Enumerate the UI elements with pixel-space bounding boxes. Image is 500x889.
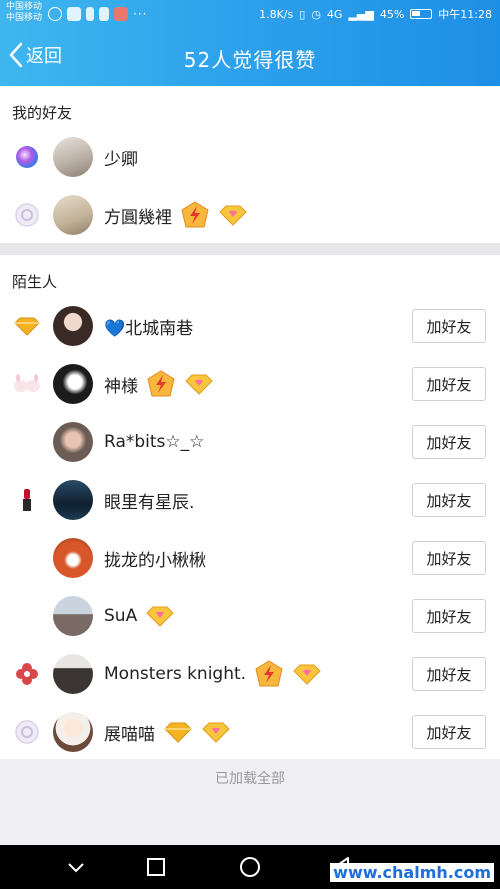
clock: 中午11:28 bbox=[438, 8, 492, 21]
bunny-badge-icon bbox=[12, 371, 42, 397]
more-dots-icon: ··· bbox=[133, 7, 148, 21]
avatar[interactable] bbox=[53, 480, 93, 520]
avatar[interactable] bbox=[53, 137, 93, 177]
name-group: 方圓幾裡 bbox=[104, 186, 248, 244]
add-friend-button[interactable]: 加好友 bbox=[412, 309, 486, 343]
signal-text: 4G bbox=[326, 7, 343, 21]
orb-icon bbox=[14, 144, 40, 170]
lipstick-icon bbox=[14, 487, 40, 513]
status-bar: 中国移动 中国移动 ··· 1.8K/s ▯ ◷ 4G ▂▄▆ 45% 中午11… bbox=[0, 0, 500, 28]
download-icon bbox=[99, 7, 109, 21]
red-knot-icon bbox=[14, 661, 40, 687]
friends-section: 我的好友 少卿 方圓幾裡 bbox=[0, 86, 500, 243]
stranger-name: SuA bbox=[104, 606, 138, 626]
add-friend-button[interactable]: 加好友 bbox=[412, 483, 486, 517]
name-group: SuA bbox=[104, 587, 175, 645]
vibrate-icon: ▯ bbox=[299, 7, 306, 21]
swirl-badge-icon bbox=[14, 719, 40, 745]
svip-lightning-icon bbox=[147, 370, 175, 397]
status-right: 1.8K/s ▯ ◷ 4G ▂▄▆ 45% 中午11:28 bbox=[259, 6, 492, 22]
watermark-text: www.chalmh.com bbox=[330, 863, 494, 882]
avatar[interactable] bbox=[53, 538, 93, 578]
stranger-name: 神様 bbox=[104, 376, 138, 397]
home-circle-icon[interactable] bbox=[238, 855, 262, 879]
app-notify-icon bbox=[114, 7, 128, 21]
strangers-section: 陌生人 💙北城南巷 加好友 神様 加好友 Ra*bits☆_☆ 加好友 眼里有星… bbox=[0, 255, 500, 759]
stranger-row[interactable]: 神様 加好友 bbox=[0, 355, 500, 413]
avatar[interactable] bbox=[53, 195, 93, 235]
name-group: Ra*bits☆_☆ bbox=[104, 413, 204, 471]
name-group: Monsters knight. bbox=[104, 645, 322, 703]
stranger-name: 眼里有星辰. bbox=[104, 492, 195, 513]
add-friend-button[interactable]: 加好友 bbox=[412, 367, 486, 401]
carrier-1: 中国移动 bbox=[6, 2, 43, 12]
signal-icon: ▂▄▆ bbox=[348, 7, 374, 21]
strangers-header: 陌生人 bbox=[12, 273, 58, 291]
diamond-icon bbox=[202, 722, 230, 743]
stranger-row[interactable]: Monsters knight. 加好友 bbox=[0, 645, 500, 703]
stranger-row[interactable]: 拢龙的小楸楸 加好友 bbox=[0, 529, 500, 587]
gold-diamond-badge-icon bbox=[14, 313, 40, 339]
k-app-icon bbox=[48, 7, 62, 21]
add-friend-button[interactable]: 加好友 bbox=[412, 657, 486, 691]
section-divider bbox=[0, 243, 500, 255]
recents-square-icon[interactable] bbox=[144, 855, 168, 879]
friend-row[interactable]: 方圓幾裡 bbox=[0, 186, 500, 244]
friend-name: 方圓幾裡 bbox=[104, 207, 172, 228]
carrier-2: 中国移动 bbox=[6, 13, 43, 23]
sim-icon bbox=[86, 7, 94, 21]
notification-icons: ··· bbox=[48, 7, 147, 21]
name-group: 眼里有星辰. bbox=[104, 471, 194, 529]
stranger-name: 💙北城南巷 bbox=[104, 318, 194, 339]
nav-bar: 返回 52人觉得很赞 bbox=[0, 28, 500, 86]
avatar[interactable] bbox=[53, 596, 93, 636]
add-friend-button[interactable]: 加好友 bbox=[412, 425, 486, 459]
stranger-row[interactable]: SuA 加好友 bbox=[0, 587, 500, 645]
add-friend-button[interactable]: 加好友 bbox=[412, 541, 486, 575]
top-bar: 中国移动 中国移动 ··· 1.8K/s ▯ ◷ 4G ▂▄▆ 45% 中午11… bbox=[0, 0, 500, 86]
battery-percent: 45% bbox=[379, 7, 405, 21]
stranger-name: 展喵喵 bbox=[104, 724, 155, 745]
carrier-info: 中国移动 中国移动 bbox=[6, 2, 42, 24]
avatar[interactable] bbox=[53, 422, 93, 462]
svip-lightning-icon bbox=[181, 201, 209, 228]
system-nav-bar: www.chalmh.com bbox=[0, 845, 500, 889]
alarm-icon: ◷ bbox=[311, 7, 321, 21]
diamond-icon bbox=[146, 606, 174, 627]
name-group: 展喵喵 bbox=[104, 703, 231, 761]
name-group: 神様 bbox=[104, 355, 214, 413]
stranger-row[interactable]: 展喵喵 加好友 bbox=[0, 703, 500, 761]
name-group: 拢龙的小楸楸 bbox=[104, 529, 206, 587]
diamond-icon bbox=[219, 205, 247, 226]
diamond-icon bbox=[293, 664, 321, 685]
gold-diamond-icon bbox=[164, 722, 192, 743]
svip-lightning-icon bbox=[255, 660, 283, 687]
gallery-icon bbox=[67, 7, 81, 21]
net-speed: 1.8K/s bbox=[259, 7, 294, 21]
friend-row[interactable]: 少卿 bbox=[0, 128, 500, 186]
name-group: 少卿 bbox=[104, 128, 138, 186]
avatar[interactable] bbox=[53, 364, 93, 404]
stranger-row[interactable]: Ra*bits☆_☆ 加好友 bbox=[0, 413, 500, 471]
stranger-name: 拢龙的小楸楸 bbox=[104, 550, 206, 571]
page-title: 52人觉得很赞 bbox=[183, 48, 317, 72]
avatar[interactable] bbox=[53, 712, 93, 752]
add-friend-button[interactable]: 加好友 bbox=[412, 715, 486, 749]
stranger-name: Monsters knight. bbox=[104, 664, 247, 684]
swirl-badge-icon bbox=[14, 202, 40, 228]
battery-icon bbox=[410, 9, 433, 19]
chevron-down-icon[interactable] bbox=[64, 855, 88, 879]
friends-header: 我的好友 bbox=[12, 104, 73, 122]
diamond-icon bbox=[185, 374, 213, 395]
avatar[interactable] bbox=[53, 654, 93, 694]
stranger-row[interactable]: 💙北城南巷 加好友 bbox=[0, 297, 500, 355]
stranger-row[interactable]: 眼里有星辰. 加好友 bbox=[0, 471, 500, 529]
friend-name: 少卿 bbox=[104, 149, 138, 170]
load-complete-text: 已加载全部 bbox=[215, 771, 285, 787]
add-friend-button[interactable]: 加好友 bbox=[412, 599, 486, 633]
avatar[interactable] bbox=[53, 306, 93, 346]
stranger-name: Ra*bits☆_☆ bbox=[104, 432, 205, 452]
name-group: 💙北城南巷 bbox=[104, 297, 193, 355]
